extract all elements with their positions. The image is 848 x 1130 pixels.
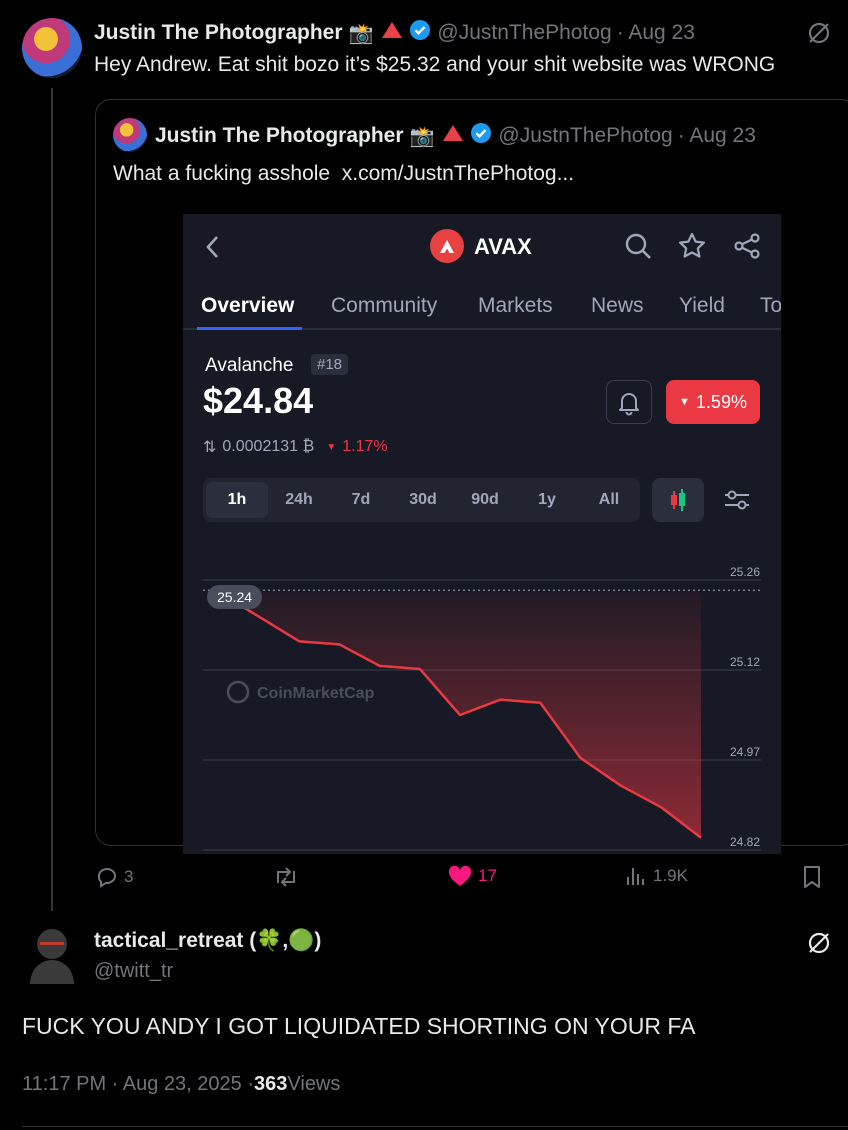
repost-icon [277,867,295,887]
avax-triangle-icon [442,124,464,148]
share-icon [733,232,761,265]
candlestick-toggle [652,478,704,522]
timeframe-selector: 1h 24h 7d 30d 90d 1y All [203,478,640,522]
tab-to: To [760,294,781,317]
btc-price: 0.0002131 ₿ [222,438,315,455]
tweet-header: Justin The Photographer 📸 @JustnThePhoto… [94,19,695,47]
avatar[interactable] [26,926,78,984]
timestamp[interactable]: 11:17 PM · Aug 23, 2025 · [22,1073,254,1096]
display-name[interactable]: tactical_retreat ( [94,929,256,953]
down-caret-icon: ▼ [679,396,690,408]
down-caret-icon: ▼ [326,441,337,453]
avax-triangle-icon [381,21,403,45]
search-icon [624,232,652,265]
back-chevron-icon [203,234,223,265]
timeframe-30d: 30d [409,491,437,508]
tab-yield: Yield [679,294,725,317]
tab-markets: Markets [478,294,553,317]
grok-icon[interactable] [806,930,832,961]
candlestick-icon [671,489,685,511]
camera-emoji-icon: 📸 [409,125,435,148]
repost-button[interactable] [273,865,299,889]
settings-sliders-icon [723,487,751,518]
avax-logo-icon [430,229,464,268]
timeframe-90d: 90d [471,491,499,508]
embedded-screenshot[interactable]: AVAX Overview Community Markets News Yie… [183,214,781,854]
timeframe-1y: 1y [538,491,556,508]
ticker: AVAX [474,234,532,259]
quote-header: Justin The Photographer 📸 @JustnThePhoto… [155,122,756,150]
thread-line [51,88,53,918]
reply-button[interactable]: 3 [95,865,133,889]
views-label: Views [287,1073,341,1095]
quote-timestamp: · Aug 23 [677,124,756,147]
tweet-header: tactical_retreat ( 🍀 , 🟢 ) [94,929,321,953]
like-count: 17 [478,866,497,885]
watermark-text: CoinMarketCap [257,685,375,702]
handle[interactable]: @JustnThePhotog [437,21,611,45]
change-badge-value: 1.59% [695,391,747,412]
tweet-text: Hey Andrew. Eat shit bozo it’s $25.32 an… [94,53,776,76]
y-tick-label: 24.82 [730,835,760,849]
camera-emoji-icon: 📸 [348,22,374,45]
timeframe-24h: 24h [285,491,313,508]
timeframe-7d: 7d [351,491,371,508]
green-circle-emoji-icon: 🟢 [288,929,315,952]
coin-name: Avalanche [205,355,294,376]
tweet-text: FUCK YOU ANDY I GOT LIQUIDATED SHORTING … [22,1013,696,1039]
y-tick-label: 25.26 [730,565,760,579]
btc-row: ⇅ 0.0002131 ₿ ▼ 1.17% [203,437,388,457]
default-avatar-icon [30,929,74,984]
grok-icon[interactable] [806,20,832,51]
timeframe-1h: 1h [206,482,268,518]
name-suffix: ) [314,929,322,952]
timestamp[interactable]: · Aug 23 [617,21,695,45]
quote-display-name: Justin The Photographer [155,124,404,147]
views-count: 1.9K [653,866,688,885]
views-button[interactable]: 1.9K [625,865,688,887]
bell-icon [619,393,639,416]
clover-emoji-icon: 🍀 [256,929,283,952]
y-tick-label: 24.97 [730,745,760,759]
tweet-meta: 11:17 PM · Aug 23, 2025 · 363 Views [22,1073,340,1096]
views-count: 363 [254,1073,288,1095]
quote-handle: @JustnThePhotog [498,124,673,147]
divider [22,1126,848,1127]
reply-icon [97,868,117,888]
heart-icon [448,865,472,886]
tab-news: News [591,294,644,317]
bookmark-icon [804,866,820,888]
views-bar-icon [627,868,644,885]
bell-button [606,380,652,424]
y-tick-label: 25.12 [730,655,760,669]
handle[interactable]: @twitt_tr [94,960,173,983]
change-badge: ▼ 1.59% [666,380,760,424]
price-chart: 25.26 25.12 24.97 24.82 CoinMarketCap [203,565,761,851]
reply-count: 3 [124,867,134,886]
price: $24.84 [203,380,314,421]
star-icon [678,232,706,265]
timeframe-all: All [598,491,620,508]
bookmark-button[interactable] [802,865,822,889]
tab-community: Community [331,294,438,317]
avatar[interactable] [22,18,82,78]
display-name[interactable]: Justin The Photographer [94,21,343,45]
quote-avatar [113,118,147,152]
swap-arrows-icon: ⇅ [203,439,217,456]
quote-text: What a fucking asshole x.com/JustnThePho… [113,162,575,185]
start-price-label: 25.24 [207,585,263,609]
rank-badge: #18 [311,354,349,375]
verified-badge-icon [470,122,492,150]
active-tab-indicator [197,327,302,330]
tab-overview: Overview [201,294,295,317]
verified-badge-icon [409,19,431,47]
btc-change: 1.17% [342,438,388,455]
coinmarketcap-watermark: CoinMarketCap [226,680,375,704]
like-button[interactable]: 17 [448,865,497,887]
